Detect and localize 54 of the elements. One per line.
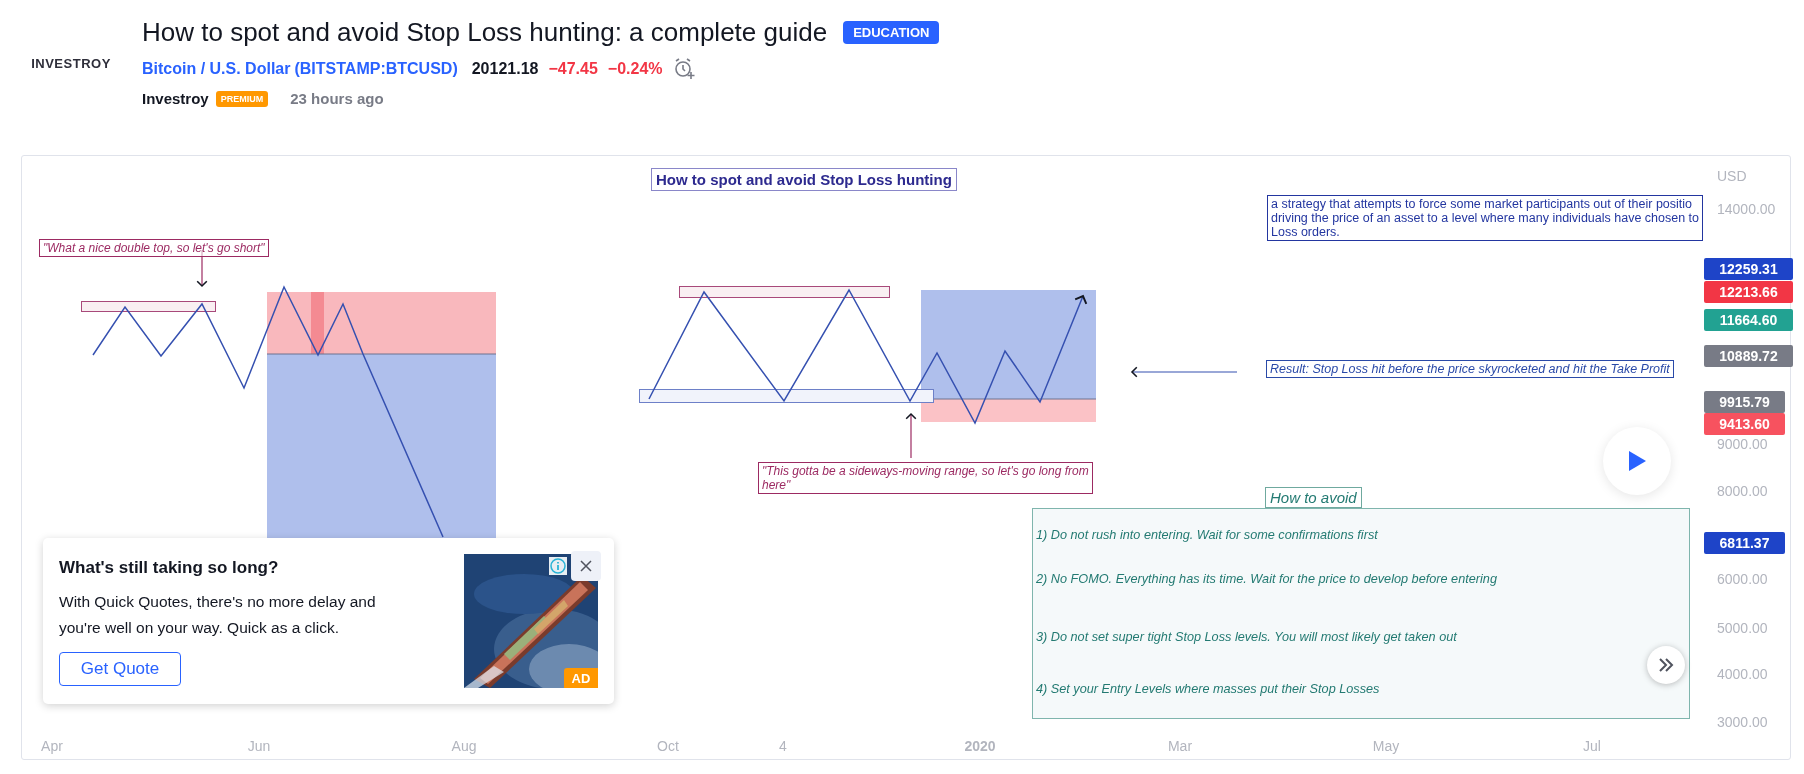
close-icon: [580, 560, 592, 572]
quote-note: "This gotta be a sideways-moving range, so let's go long from here": [758, 462, 1093, 494]
price-axis-label: 6000.00: [1717, 571, 1768, 587]
price-axis-label: 8000.00: [1717, 483, 1768, 499]
ad-title: What's still taking so long?: [59, 558, 279, 578]
avoid-title: How to avoid: [1265, 487, 1362, 508]
ad-badge: AD: [564, 668, 598, 688]
price-change: −47.45: [548, 60, 598, 78]
author-name[interactable]: Investroy: [142, 90, 209, 107]
time-axis-label: 4: [779, 738, 787, 754]
price-tag: 9915.79: [1704, 391, 1785, 413]
avoid-item: 4) Set your Entry Levels where masses put their Stop Losses: [1036, 682, 1380, 696]
time-axis-label: Mar: [1167, 738, 1193, 754]
time-axis-label: May: [1372, 738, 1400, 754]
result-note: Result: Stop Loss hit before the price skyrocketed and hit the Take Profit: [1266, 360, 1674, 378]
price-tag: 12259.31: [1704, 258, 1793, 280]
price-axis-label: 9000.00: [1717, 436, 1768, 452]
price-tag: 12213.66: [1704, 281, 1793, 303]
category-badge[interactable]: EDUCATION: [843, 21, 940, 44]
avoid-item: 2) No FOMO. Everything has its time. Wait for the price to develop before entering: [1036, 572, 1497, 586]
close-button[interactable]: [571, 551, 601, 581]
price-tag: 9413.60: [1704, 413, 1785, 435]
price-tag: 10889.72: [1704, 345, 1793, 367]
avoid-item: 3) Do not set super tight Stop Loss levels. You will most likely get taken out: [1036, 630, 1457, 644]
price-axis-label: 14000.00: [1717, 201, 1776, 217]
price-text: 20121.18: [471, 60, 539, 78]
price-axis-label: 5000.00: [1717, 620, 1768, 636]
alarm-add-icon[interactable]: [672, 57, 697, 81]
time-axis-label: Aug: [451, 738, 477, 754]
price-axis-label: 3000.00: [1717, 714, 1768, 730]
get-quote-button[interactable]: Get Quote: [59, 652, 181, 686]
post-title: How to spot and avoid Stop Loss hunting: a complete guide: [142, 17, 828, 48]
post-time: 23 hours ago: [290, 90, 384, 107]
percent-change: −0.24%: [607, 60, 663, 78]
currency-label: USD: [1717, 168, 1747, 184]
time-axis-label: Oct: [657, 738, 679, 754]
ticker-link[interactable]: (BITSTAMP:BTCUSD): [294, 60, 458, 78]
time-axis-label: 2020: [964, 738, 996, 754]
time-axis-label: Apr: [41, 738, 63, 754]
premium-badge: PREMIUM: [215, 90, 269, 107]
play-icon: [1627, 450, 1647, 472]
chart-title: How to spot and avoid Stop Loss hunting: [651, 168, 957, 191]
author-logo[interactable]: INVESTROY: [31, 56, 111, 71]
time-axis-label: Jul: [1583, 738, 1601, 754]
ad-text: With Quick Quotes, there's no more delay and you're well on your way. Quick as a click.: [59, 592, 377, 638]
price-tag: 6811.37: [1704, 532, 1785, 554]
double-chevron-icon: [1658, 658, 1674, 672]
avoid-item: 1) Do not rush into entering. Wait for some confirmations first: [1036, 528, 1378, 542]
definition-note: a strategy that attempts to force some market participants out of their positio driving the price of an asset to a level where many individuals have chosen to Loss orders.: [1267, 195, 1704, 241]
time-axis-label: Jun: [247, 738, 271, 754]
quote-note: "What a nice double top, so let's go short": [39, 239, 269, 257]
price-axis-label: 4000.00: [1717, 666, 1768, 682]
symbol-link[interactable]: Bitcoin / U.S. Dollar: [142, 60, 291, 78]
price-tag: 11664.60: [1704, 309, 1793, 331]
